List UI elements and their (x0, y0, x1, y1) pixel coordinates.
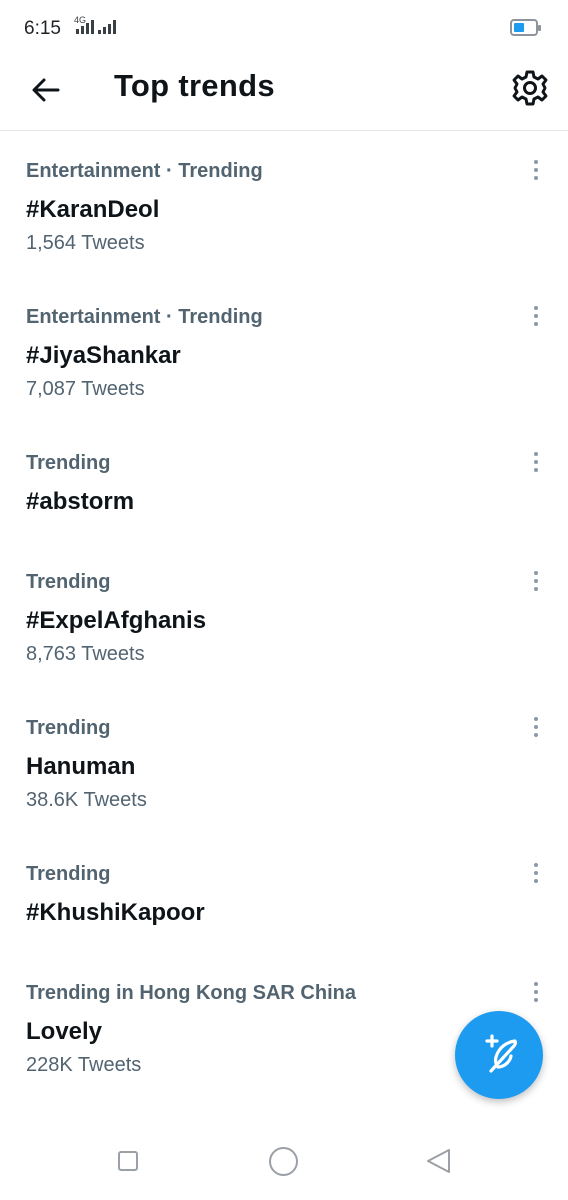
back-button[interactable] (28, 72, 64, 108)
trend-tweet-count: 228K Tweets (26, 1054, 142, 1076)
system-navigation-bar (0, 1126, 568, 1200)
trend-name: Lovely (26, 1018, 103, 1045)
trend-context: Entertainment · Trending (26, 306, 263, 328)
settings-button[interactable] (510, 68, 550, 108)
battery-icon (510, 19, 541, 36)
signal-strength-icon (76, 20, 94, 34)
trend-name: #JiyaShankar (26, 342, 181, 369)
arrow-left-icon (32, 78, 60, 102)
trend-context: Trending (26, 452, 111, 474)
trend-item[interactable]: Trending Hanuman 38.6K Tweets (0, 717, 568, 837)
square-icon[interactable] (118, 1151, 138, 1171)
more-options-icon[interactable] (526, 567, 546, 595)
trend-item[interactable]: Trending #ExpelAfghanis 8,763 Tweets (0, 571, 568, 691)
trend-item[interactable]: Entertainment · Trending #KaranDeol 1,56… (0, 160, 568, 280)
signal-strength-icon-2 (98, 20, 116, 34)
trend-item[interactable]: Trending #KhushiKapoor (0, 863, 568, 953)
trend-tweet-count: 1,564 Tweets (26, 232, 145, 254)
trend-context: Trending in Hong Kong SAR China (26, 982, 356, 1004)
trend-name: #ExpelAfghanis (26, 607, 207, 634)
more-options-icon[interactable] (526, 448, 546, 476)
gear-icon (512, 70, 548, 106)
more-options-icon[interactable] (526, 713, 546, 741)
more-options-icon[interactable] (526, 156, 546, 184)
trend-name: #KaranDeol (26, 196, 160, 223)
trend-context: Entertainment · Trending (26, 160, 263, 182)
trend-name: Hanuman (26, 753, 136, 780)
trend-context: Trending (26, 863, 111, 885)
more-options-icon[interactable] (526, 859, 546, 887)
more-options-icon[interactable] (526, 302, 546, 330)
trend-name: #KhushiKapoor (26, 899, 205, 926)
top-app-bar: Top trends (0, 58, 568, 131)
trend-tweet-count: 7,087 Tweets (26, 378, 145, 400)
status-bar: 6:15 4G (0, 0, 568, 58)
trend-item[interactable]: Entertainment · Trending #JiyaShankar 7,… (0, 306, 568, 426)
trend-name: #abstorm (26, 488, 135, 515)
trend-context: Trending (26, 571, 111, 593)
triangle-back-icon[interactable] (424, 1146, 454, 1176)
circle-icon[interactable] (269, 1147, 298, 1176)
trend-tweet-count: 38.6K Tweets (26, 789, 147, 811)
status-time: 6:15 (24, 18, 61, 39)
compose-tweet-icon (485, 1034, 517, 1073)
trend-item[interactable]: Trending #abstorm (0, 452, 568, 542)
more-options-icon[interactable] (526, 978, 546, 1006)
page-title: Top trends (114, 68, 275, 103)
trend-context: Trending (26, 717, 111, 739)
trend-tweet-count: 8,763 Tweets (26, 643, 145, 665)
compose-tweet-button[interactable] (455, 1011, 543, 1099)
